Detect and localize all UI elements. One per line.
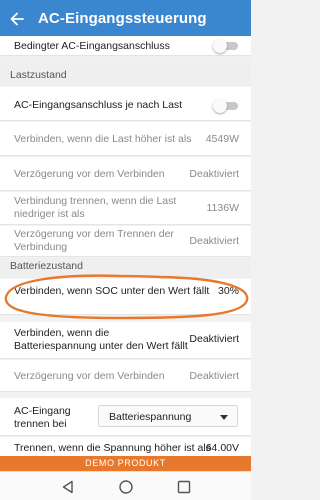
- recents-square-icon[interactable]: [176, 479, 192, 495]
- connect-voltage-below-row[interactable]: Verbinden, wenn die Batteriespannung unt…: [0, 322, 251, 359]
- connect-load-above-label: Verbinden, wenn die Last höher ist als: [14, 133, 192, 145]
- page-title: AC-Eingangssteuerung: [38, 10, 207, 27]
- connect-load-above-row[interactable]: Verbinden, wenn die Last höher ist als 4…: [0, 122, 251, 156]
- conditional-connect-label: Bedingter AC-Eingangsanschluss: [14, 40, 170, 52]
- conditional-connect-row[interactable]: Bedingter AC-Eingangsanschluss: [0, 36, 251, 56]
- demo-banner: DEMO PRODUKT: [0, 456, 251, 471]
- disconnect-load-below-label: Verbindung trennen, wenn die Last niedri…: [14, 195, 177, 220]
- conditional-connect-toggle[interactable]: [213, 39, 239, 53]
- load-dependent-toggle[interactable]: [213, 99, 239, 113]
- connect-voltage-below-value: Deaktiviert: [189, 333, 239, 345]
- delay-before-connect-2-value: Deaktiviert: [189, 370, 239, 382]
- delay-before-disconnect-value: Deaktiviert: [189, 235, 239, 247]
- delay-before-disconnect-label: Verzögerung vor dem Trennen der Verbindu…: [14, 228, 174, 253]
- ac-disconnect-by-label: AC-Eingang trennen bei: [14, 405, 71, 430]
- section-header-battery: Batteriezustand: [0, 258, 251, 278]
- back-arrow-icon: [10, 12, 24, 26]
- system-nav-bar: [0, 471, 251, 500]
- home-circle-icon[interactable]: [118, 479, 134, 495]
- back-triangle-icon[interactable]: [60, 479, 76, 495]
- chevron-down-icon: [220, 415, 228, 420]
- delay-before-disconnect-row[interactable]: Verzögerung vor dem Trennen der Verbindu…: [0, 226, 251, 257]
- connect-voltage-below-label: Verbinden, wenn die Batteriespannung unt…: [14, 327, 188, 352]
- app-bar: AC-Eingangssteuerung: [0, 0, 251, 36]
- toggle-knob: [213, 39, 227, 53]
- ac-disconnect-by-selected: Batteriespannung: [109, 411, 192, 423]
- disconnect-voltage-above-label: Trennen, wenn die Spannung höher ist als: [14, 442, 211, 454]
- delay-before-connect-row[interactable]: Verzögerung vor dem Verbinden Deaktivier…: [0, 157, 251, 191]
- delay-before-connect-value: Deaktiviert: [189, 168, 239, 180]
- delay-before-connect-label: Verzögerung vor dem Verbinden: [14, 168, 165, 180]
- disconnect-load-below-value: 1136W: [206, 202, 240, 214]
- load-dependent-row[interactable]: AC-Eingangsanschluss je nach Last: [0, 87, 251, 121]
- back-button[interactable]: [6, 8, 28, 30]
- disconnect-load-below-row[interactable]: Verbindung trennen, wenn die Last niedri…: [0, 192, 251, 225]
- connect-load-above-value: 4549W: [205, 133, 239, 145]
- disconnect-voltage-above-value: 64.00V: [205, 442, 239, 454]
- connect-soc-below-label: Verbinden, wenn SOC unter den Wert fällt: [14, 285, 210, 297]
- delay-before-connect-2-label: Verzögerung vor dem Verbinden: [14, 370, 165, 382]
- disconnect-voltage-above-row[interactable]: Trennen, wenn die Spannung höher ist als…: [0, 437, 251, 456]
- load-dependent-label: AC-Eingangsanschluss je nach Last: [14, 99, 183, 111]
- section-battery-label: Batteriezustand: [10, 260, 83, 272]
- connect-soc-below-row[interactable]: Verbinden, wenn SOC unter den Wert fällt…: [0, 279, 251, 315]
- ac-disconnect-by-select[interactable]: Batteriespannung: [98, 405, 238, 427]
- delay-before-connect-2-row[interactable]: Verzögerung vor dem Verbinden Deaktivier…: [0, 360, 251, 392]
- connect-soc-below-value: 30%: [217, 285, 239, 297]
- toggle-knob: [213, 99, 227, 113]
- section-load-label: Lastzustand: [10, 69, 67, 81]
- section-header-load: Lastzustand: [0, 57, 251, 86]
